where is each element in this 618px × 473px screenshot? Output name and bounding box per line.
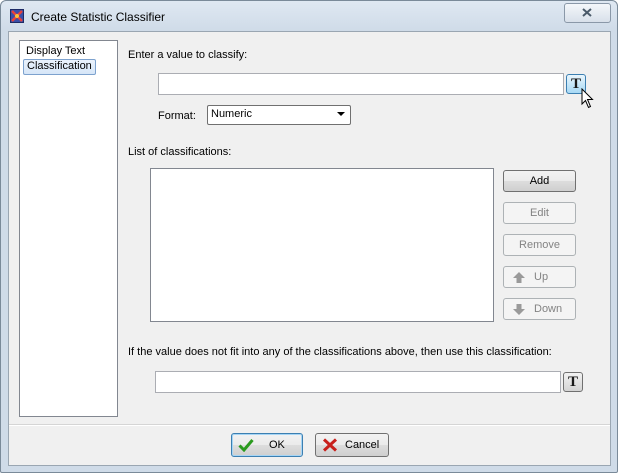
move-up-button[interactable]: Up: [503, 266, 576, 288]
window-title: Create Statistic Classifier: [31, 10, 166, 24]
close-button[interactable]: [564, 3, 611, 23]
footer-divider: [9, 424, 610, 426]
category-list[interactable]: Display Text Classification: [19, 40, 118, 417]
sidebar-item-label: Display Text: [26, 45, 86, 57]
cancel-button[interactable]: Cancel: [315, 433, 389, 457]
sidebar-item-label: Classification: [27, 60, 92, 72]
ok-button[interactable]: OK: [231, 433, 303, 457]
dialog-window: Create Statistic Classifier Display Text…: [0, 0, 618, 473]
statistic-classifier-icon: [10, 9, 24, 23]
edit-button[interactable]: Edit: [503, 202, 576, 224]
move-down-label: Down: [534, 303, 563, 315]
sidebar-item-display-text[interactable]: Display Text: [23, 44, 88, 58]
fallback-text-button[interactable]: T: [563, 372, 583, 392]
cancel-x-icon: [322, 438, 338, 452]
chevron-down-icon: [337, 112, 345, 116]
title-bar[interactable]: Create Statistic Classifier: [1, 1, 617, 31]
classifications-label: List of classifications:: [128, 146, 232, 158]
close-icon: [582, 8, 592, 17]
checkmark-icon: [238, 439, 254, 452]
fallback-label: If the value does not fit into any of th…: [128, 346, 552, 358]
arrow-down-icon: [513, 304, 525, 315]
cancel-label: Cancel: [345, 439, 380, 451]
classify-prompt-label: Enter a value to classify:: [128, 49, 248, 61]
move-up-label: Up: [534, 271, 549, 283]
format-label: Format:: [158, 110, 196, 122]
move-down-button[interactable]: Down: [503, 298, 576, 320]
ok-label: OK: [269, 439, 285, 451]
fallback-classification-input[interactable]: [155, 371, 561, 393]
remove-button[interactable]: Remove: [503, 234, 576, 256]
classifications-list[interactable]: [150, 168, 494, 322]
format-selected-value: Numeric: [211, 108, 252, 120]
sidebar-item-classification[interactable]: Classification: [23, 59, 96, 75]
add-button[interactable]: Add: [503, 170, 576, 192]
format-select[interactable]: Numeric: [207, 105, 351, 125]
dialog-content: Display Text Classification Enter a valu…: [8, 31, 611, 466]
arrow-up-icon: [513, 272, 525, 283]
classify-value-input[interactable]: [158, 73, 564, 95]
mouse-cursor-icon: [581, 88, 594, 109]
